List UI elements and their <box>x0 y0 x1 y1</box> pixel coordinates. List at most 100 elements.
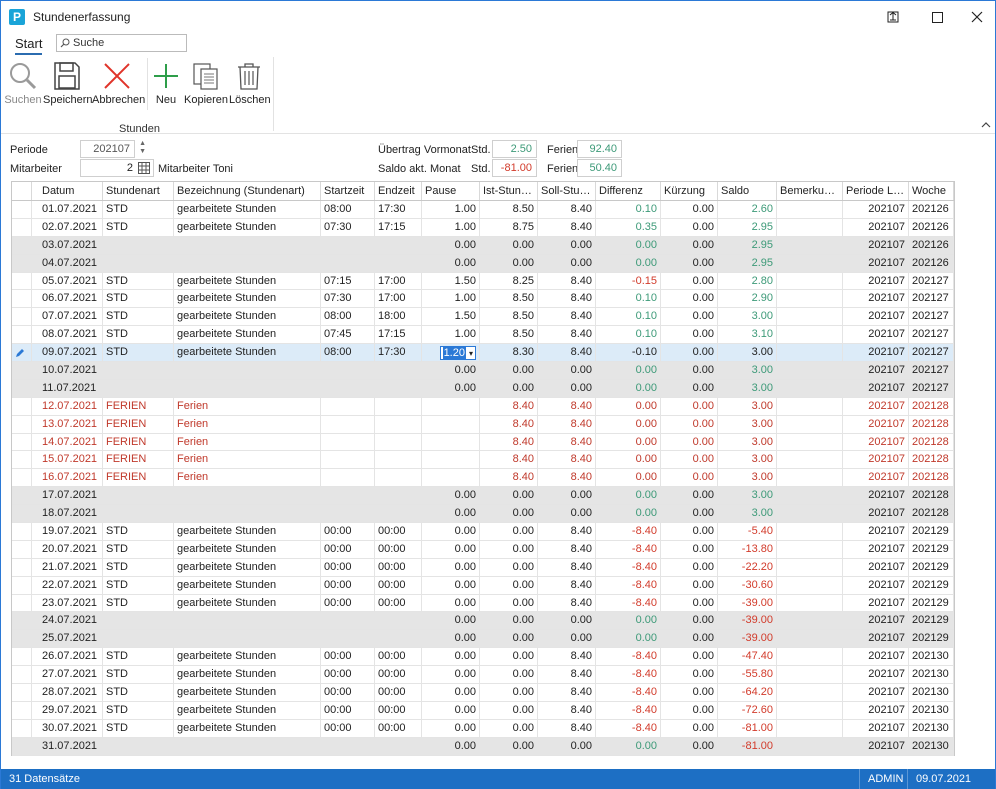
cell-art[interactable]: STD <box>103 666 174 684</box>
cell-diff[interactable]: -8.40 <box>596 684 661 701</box>
cell-pause[interactable]: 0.00 <box>422 487 480 505</box>
cell-kurz[interactable]: 0.00 <box>661 630 718 648</box>
cell-art[interactable]: STD <box>103 290 174 308</box>
cell-saldo[interactable]: 3.00 <box>718 451 777 469</box>
speichern-button[interactable]: Speichern <box>43 60 93 106</box>
cell-datum[interactable]: 10.07.2021 <box>32 362 103 379</box>
cell-bem[interactable] <box>777 254 843 272</box>
table-row[interactable]: 22.07.2021 STD gearbeitete Stunden 00:00 00:… <box>12 576 954 595</box>
cell-woche[interactable]: 202127 <box>909 272 954 290</box>
cell-kurz[interactable]: 0.00 <box>661 218 718 236</box>
cell-diff[interactable]: 0.00 <box>596 433 661 451</box>
cell-art[interactable]: FERIEN <box>103 469 174 487</box>
cell-diff[interactable]: -8.40 <box>596 701 661 719</box>
cell-per[interactable]: 202107 <box>843 737 909 755</box>
cell-saldo[interactable]: 2.90 <box>718 290 777 308</box>
cell-pause[interactable]: 0.00 <box>422 630 480 648</box>
table-row[interactable]: 10.07.2021 0.00 0.00 0.00 0.00 0.00 3.00 202107… <box>12 362 954 380</box>
cell-saldo[interactable]: 3.00 <box>718 308 777 326</box>
cell-soll[interactable]: 8.40 <box>538 272 596 290</box>
cell-ist[interactable]: 0.00 <box>480 612 538 630</box>
cell-bez[interactable] <box>174 236 321 254</box>
cell-bem[interactable] <box>777 558 843 576</box>
cell-ist[interactable]: 8.40 <box>480 415 538 433</box>
cell-pause[interactable] <box>422 397 480 415</box>
table-row[interactable]: 06.07.2021 STD gearbeitete Stunden 07:30 17:… <box>12 290 954 309</box>
cell-end[interactable]: 17:30 <box>375 344 422 362</box>
table-row[interactable]: 11.07.2021 0.00 0.00 0.00 0.00 0.00 3.00 202107… <box>12 379 954 398</box>
cell-art[interactable] <box>103 254 174 272</box>
cell-woche[interactable]: 202128 <box>909 505 954 523</box>
column-header[interactable]: Differenz <box>596 182 661 200</box>
cell-per[interactable]: 202107 <box>843 487 909 505</box>
cell-datum[interactable]: 29.07.2021 <box>32 701 103 719</box>
cell-ist[interactable]: 0.00 <box>480 523 538 540</box>
cell-art[interactable] <box>103 737 174 755</box>
cell-woche[interactable]: 202126 <box>909 236 954 254</box>
kopieren-button[interactable]: Kopieren <box>184 60 228 106</box>
cell-end[interactable] <box>375 254 422 272</box>
cell-saldo[interactable]: 3.00 <box>718 487 777 505</box>
cell-bem[interactable] <box>777 326 843 344</box>
cell-ist[interactable]: 8.25 <box>480 272 538 290</box>
cell-saldo[interactable]: 2.80 <box>718 272 777 290</box>
cell-pause[interactable]: 0.00 <box>422 362 480 379</box>
cell-per[interactable]: 202107 <box>843 540 909 558</box>
cell-per[interactable]: 202107 <box>843 469 909 487</box>
cell-diff[interactable]: 0.00 <box>596 254 661 272</box>
cell-diff[interactable]: 0.00 <box>596 487 661 505</box>
cell-art[interactable] <box>103 612 174 630</box>
cell-kurz[interactable]: 0.00 <box>661 701 718 719</box>
cell-kurz[interactable]: 0.00 <box>661 451 718 469</box>
cell-art[interactable]: STD <box>103 594 174 612</box>
loeschen-button[interactable]: Löschen <box>229 60 271 106</box>
cell-start[interactable] <box>321 487 375 505</box>
cell-bez[interactable]: gearbeitete Stunden <box>174 523 321 540</box>
cell-start[interactable]: 08:00 <box>321 344 375 362</box>
cell-saldo[interactable]: -22.20 <box>718 558 777 576</box>
cell-soll[interactable]: 0.00 <box>538 254 596 272</box>
cell-start[interactable]: 00:00 <box>321 666 375 684</box>
cell-datum[interactable]: 05.07.2021 <box>32 272 103 290</box>
cell-pause[interactable]: 1.00 <box>422 201 480 218</box>
cell-datum[interactable]: 30.07.2021 <box>32 719 103 737</box>
cell-art[interactable]: FERIEN <box>103 397 174 415</box>
cell-datum[interactable]: 03.07.2021 <box>32 236 103 254</box>
cell-kurz[interactable]: 0.00 <box>661 558 718 576</box>
cell-art[interactable]: STD <box>103 701 174 719</box>
cell-per[interactable]: 202107 <box>843 201 909 218</box>
cell-per[interactable]: 202107 <box>843 523 909 540</box>
cell-kurz[interactable]: 0.00 <box>661 523 718 540</box>
cell-art[interactable]: STD <box>103 272 174 290</box>
cell-datum[interactable]: 27.07.2021 <box>32 666 103 684</box>
cell-diff[interactable]: 0.00 <box>596 612 661 630</box>
cell-pause[interactable]: 0.00 <box>422 254 480 272</box>
cell-bem[interactable] <box>777 308 843 326</box>
cell-end[interactable]: 17:15 <box>375 218 422 236</box>
cell-soll[interactable]: 8.40 <box>538 523 596 540</box>
table-row[interactable]: 08.07.2021 STD gearbeitete Stunden 07:45 17:… <box>12 326 954 345</box>
cell-kurz[interactable]: 0.00 <box>661 469 718 487</box>
cell-start[interactable]: 00:00 <box>321 576 375 594</box>
cell-saldo[interactable]: -64.20 <box>718 684 777 701</box>
cell-datum[interactable]: 23.07.2021 <box>32 594 103 612</box>
close-icon[interactable] <box>955 1 996 33</box>
cell-per[interactable]: 202107 <box>843 272 909 290</box>
cell-art[interactable]: FERIEN <box>103 415 174 433</box>
cell-end[interactable] <box>375 612 422 630</box>
cell-woche[interactable]: 202129 <box>909 612 954 630</box>
cell-woche[interactable]: 202128 <box>909 397 954 415</box>
cell-per[interactable]: 202107 <box>843 576 909 594</box>
column-header[interactable]: Stundenart <box>103 182 174 200</box>
column-header[interactable]: Kürzung <box>661 182 718 200</box>
cell-bem[interactable] <box>777 433 843 451</box>
cell-bem[interactable] <box>777 397 843 415</box>
cell-soll[interactable]: 0.00 <box>538 362 596 379</box>
cell-pause[interactable]: 0.00 <box>422 719 480 737</box>
cell-woche[interactable]: 202128 <box>909 415 954 433</box>
cell-diff[interactable]: -8.40 <box>596 558 661 576</box>
cell-bez[interactable]: gearbeitete Stunden <box>174 344 321 362</box>
cell-diff[interactable]: 0.10 <box>596 201 661 218</box>
cell-per[interactable]: 202107 <box>843 290 909 308</box>
periode-field[interactable]: 202107 ▲ ▼ <box>80 140 146 158</box>
